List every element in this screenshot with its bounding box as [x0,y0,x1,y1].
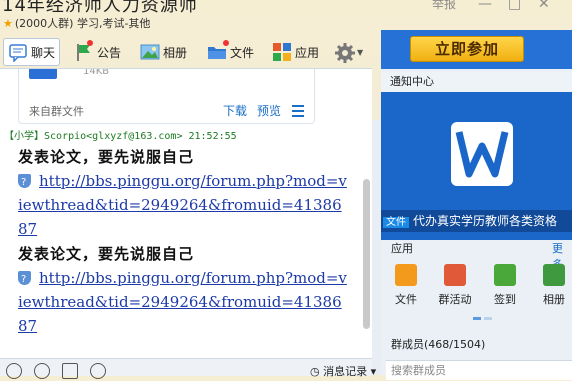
settings-button[interactable]: ▼ [334,40,363,64]
sender-line: 【小学】Scorpio<glxyzf@163.com> 21:52:55 [4,131,237,142]
toolbar: 聊天 公告 相册 文件 应用 ▼ [0,36,380,68]
gear-icon [334,42,355,63]
checkin-icon [494,264,516,286]
notice-caption: 文件 代办真实学历教师各类资格 [381,210,572,232]
input-toolbar: ◷ 消息记录 ▾ [0,358,376,379]
announcement-icon [74,40,94,62]
close-icon[interactable]: ✕ [538,0,550,12]
scrollbar[interactable] [363,179,370,329]
unread-dot [87,40,93,46]
photo-icon [543,264,565,286]
tab-label: 相册 [163,45,188,60]
join-now-button[interactable]: 立即参加 [410,36,524,62]
app-group-activity[interactable]: 群活动 [435,264,475,307]
folder-icon [395,264,417,286]
notice-image[interactable]: 文件 代办真实学历教师各类资格 [381,92,572,240]
app-album[interactable]: 相册 [534,264,572,307]
app-files[interactable]: 文件 [386,264,426,307]
message: 发表论文，要先说服自己 http://bbs.pinggu.org/forum.… [18,242,348,338]
pager-dot[interactable] [484,317,492,320]
tab-apps[interactable]: 应用 [272,40,319,64]
file-size: 14KB [83,68,110,77]
chat-panel: 14KB 来自群文件 下载 预览 【小学】Scorpio<glxyzf@163.… [0,68,372,376]
font-icon[interactable] [62,363,78,379]
message-link[interactable]: http://bbs.pinggu.org/forum.php?mod=view… [18,172,347,238]
tab-announcement[interactable]: 公告 [74,40,121,64]
image-icon[interactable] [90,363,106,379]
tab-album[interactable]: 相册 [140,40,187,64]
unread-dot [223,40,229,46]
flag-icon [444,264,466,286]
emoji-icon[interactable] [6,363,22,379]
right-panel: 立即参加 通知中心 文件代办真实学历教师各类资格 应用 更多 文件 群活动 签到… [381,30,572,380]
tab-label: 聊天 [31,45,56,60]
member-count: 群成员(468/1504) [391,338,486,351]
star-icon: ★ [3,17,13,30]
member-search-input[interactable]: 搜索群成员 [386,360,572,380]
report-link[interactable]: 举报 [432,0,456,12]
file-type-icon [29,69,57,79]
tab-label: 公告 [97,45,122,60]
preview-link[interactable]: 预览 [257,102,281,119]
minimize-icon[interactable]: — [478,0,492,12]
file-source: 来自群文件 [29,105,84,118]
file-icon [207,40,229,62]
chat-icon [8,42,28,63]
wps-logo-icon [451,122,513,186]
emoji-icon[interactable] [34,363,50,379]
shield-icon [18,171,31,195]
chevron-down-icon: ▼ [357,47,364,57]
shield-icon [18,268,31,292]
message-link[interactable]: http://bbs.pinggu.org/forum.php?mod=view… [18,269,347,335]
notice-tag: 文件 [383,217,409,228]
app-checkin[interactable]: 签到 [485,264,525,307]
file-card[interactable]: 14KB 来自群文件 下载 预览 [18,69,315,124]
maximize-icon[interactable]: □ [508,0,521,12]
album-icon [140,42,160,62]
menu-icon[interactable] [292,105,304,120]
apps-title: 应用 [391,242,413,255]
ad-banner: 立即参加 [381,30,572,69]
group-meta: ★ (2000人群) 学习,考试-其他 [3,17,151,30]
message-headline: 发表论文，要先说服自己 [18,245,195,263]
tab-label: 文件 [230,45,255,60]
message-headline: 发表论文，要先说服自己 [18,148,195,166]
tab-chat[interactable]: 聊天 [3,38,61,66]
tab-label: 应用 [295,45,320,60]
download-link[interactable]: 下载 [223,102,247,119]
message: 发表论文，要先说服自己 http://bbs.pinggu.org/forum.… [18,145,348,241]
history-button[interactable]: ◷ 消息记录 ▾ [310,363,376,379]
pager-dot[interactable] [473,317,481,320]
clock-icon: ◷ [310,365,320,378]
notice-title: 通知中心 [381,72,572,92]
apps-icon [272,42,292,62]
tab-files[interactable]: 文件 [207,40,254,64]
